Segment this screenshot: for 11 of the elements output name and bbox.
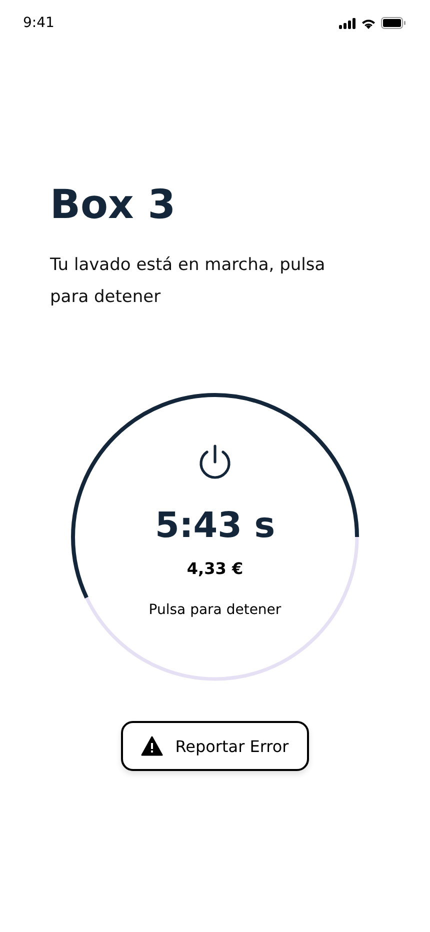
battery-icon	[381, 17, 406, 29]
status-time: 9:41	[23, 15, 54, 31]
timer-text: 5:43 s	[154, 505, 276, 547]
box-title: Box 3	[50, 181, 177, 229]
warning-icon	[141, 736, 164, 756]
signal-icon	[339, 18, 356, 28]
price-text: 4,33 €	[186, 559, 244, 578]
stop-hint: Pulsa para detener	[148, 602, 282, 618]
report-error-button[interactable]: Reportar Error	[121, 721, 309, 771]
wifi-icon	[361, 18, 376, 28]
instruction-text: Tu lavado está en marcha, pulsa para detener	[50, 254, 326, 309]
